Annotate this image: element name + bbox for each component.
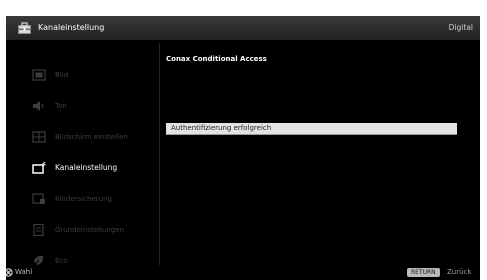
navigation-pad-icon <box>6 268 13 277</box>
menu-header: Kanaleinstellung Digital <box>6 16 480 40</box>
parental-lock-icon <box>32 193 45 204</box>
sidebar-item-bild[interactable]: Bild <box>32 66 156 84</box>
sidebar-item-ton[interactable]: Ton <box>32 97 156 115</box>
sidebar-item-label: Grundeinstellungen <box>55 226 124 234</box>
menu-title: Kanaleinstellung <box>38 23 105 32</box>
picture-icon <box>32 69 46 81</box>
tv-menu-screen: Kanaleinstellung Digital Bild Ton Bildsc… <box>6 16 480 280</box>
sidebar-item-bildschirm-einstellen[interactable]: Bildschirm einstellen <box>32 128 156 146</box>
panel-title: Conax Conditional Access <box>166 55 267 63</box>
screen-adjust-icon <box>32 131 46 143</box>
toolbox-icon <box>18 22 31 34</box>
footer-bar: Wahl RETURN Zurück <box>6 265 480 280</box>
sidebar-item-label: Ton <box>55 102 67 110</box>
option-row-selected[interactable]: Authentifizierung erfolgreich <box>166 123 457 135</box>
speaker-icon <box>33 101 44 111</box>
channel-setup-icon <box>32 162 46 174</box>
panel-divider <box>159 43 160 265</box>
settings-list-icon <box>33 224 44 236</box>
sidebar-item-label: Kanaleinstellung <box>55 163 118 172</box>
settings-sidebar: Bild Ton Bildschirm einstellen Kanaleins… <box>6 40 156 267</box>
sidebar-item-kanaleinstellung[interactable]: Kanaleinstellung <box>32 159 156 177</box>
sidebar-item-label: Bildschirm einstellen <box>55 133 128 141</box>
sidebar-item-kindersicherung[interactable]: Kindersicherung <box>32 190 156 208</box>
sidebar-item-grundeinstellungen[interactable]: Grundeinstellungen <box>32 221 156 239</box>
sidebar-item-label: Bild <box>55 71 69 79</box>
signal-mode-label: Digital <box>448 23 473 32</box>
back-hint-label: Zurück <box>447 268 472 276</box>
select-hint-label: Wahl <box>15 268 33 276</box>
return-key-badge[interactable]: RETURN <box>407 268 440 277</box>
sidebar-item-label: Kindersicherung <box>55 195 112 203</box>
option-label: Authentifizierung erfolgreich <box>171 124 272 132</box>
